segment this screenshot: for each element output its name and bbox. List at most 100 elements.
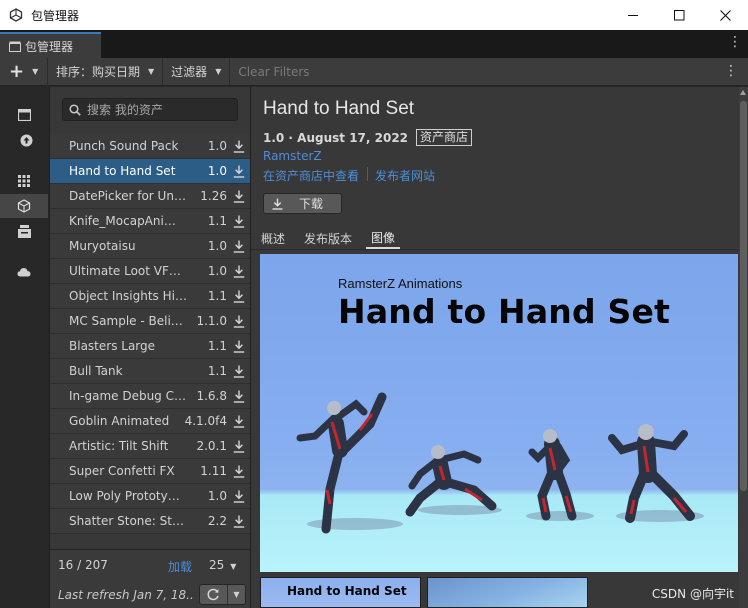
package-version: 1.6.8 — [196, 389, 227, 403]
thumbnail-2[interactable] — [427, 577, 588, 608]
scrollbar-thumb[interactable] — [740, 101, 747, 491]
sort-dropdown[interactable]: 排序：购买日期 ▼ — [48, 57, 164, 86]
filter-dropdown[interactable]: 过滤器 ▼ — [163, 57, 231, 86]
nav-unity-registry[interactable] — [0, 169, 48, 193]
package-name: Hand to Hand Set — [69, 164, 176, 178]
nav-updates[interactable] — [12, 128, 40, 152]
plus-icon: + — [9, 60, 25, 82]
package-name: In-game Debug Console — [69, 389, 187, 403]
download-icon[interactable] — [233, 290, 245, 303]
package-list-item[interactable]: Ultimate Loot VFX Pack 1.0 — [50, 259, 250, 284]
package-list-item[interactable]: In-game Debug Console 1.6.8 — [50, 384, 250, 409]
package-list-item[interactable]: Blasters Large 1.1 — [50, 334, 250, 359]
refresh-button[interactable]: ▼ — [199, 584, 246, 605]
package-name: Object Insights Highlight — [69, 289, 187, 303]
package-name: Low Poly Prototype Pack — [69, 489, 187, 503]
package-version: 1.11 — [200, 464, 227, 478]
package-version-info: 1.0 · August 17, 2022 资产商店 — [263, 129, 473, 146]
package-list-item[interactable]: Muryotaisu 1.0 — [50, 234, 250, 259]
details-scrollbar[interactable] — [739, 87, 748, 608]
chevron-down-icon[interactable]: ▼ — [228, 590, 245, 599]
chevron-down-icon: ▼ — [32, 67, 39, 76]
download-button[interactable]: 下载 — [263, 193, 342, 214]
side-navigation — [0, 87, 50, 608]
minimize-button[interactable] — [610, 0, 656, 30]
scroll-up-icon[interactable] — [740, 90, 746, 95]
download-icon[interactable] — [233, 490, 245, 503]
page-size-dropdown[interactable]: 25 ▼ — [209, 558, 236, 572]
close-icon — [719, 9, 731, 21]
tab-releases[interactable]: 发布版本 — [299, 227, 357, 249]
more-options-icon[interactable]: ⋮ — [728, 35, 742, 49]
stack-icon — [17, 224, 31, 238]
package-list-item[interactable]: MC Sample - Believe 1.1.0 — [50, 309, 250, 334]
last-refresh-label: Last refresh Jan 7, 18... — [58, 588, 193, 602]
download-icon[interactable] — [233, 240, 245, 253]
tab-images[interactable]: 图像 — [366, 227, 401, 249]
search-input[interactable] — [87, 102, 227, 117]
package-name: Punch Sound Pack — [69, 139, 179, 153]
package-name: Goblin Animated — [69, 414, 170, 428]
package-name: Knife_MocapAnimPack — [69, 214, 187, 228]
package-version: 2.0.1 — [196, 439, 227, 453]
view-in-store-link[interactable]: 在资产商店中查看 — [263, 167, 359, 184]
list-footer: 16 / 207 加载 25 ▼ Last refresh Jan 7, 18..… — [50, 549, 250, 608]
author-link[interactable]: RamsterZ — [263, 149, 322, 163]
link-separator — [367, 167, 369, 181]
download-icon[interactable] — [233, 340, 245, 353]
grid-icon — [18, 175, 30, 187]
publisher-website-link[interactable]: 发布者网站 — [375, 167, 435, 184]
download-icon[interactable] — [233, 515, 245, 528]
toolbar: + ▼ 排序：购买日期 ▼ 过滤器 ▼ Clear Filters ⋮ — [0, 57, 748, 86]
package-list-item[interactable]: Object Insights Highlight 1.1 — [50, 284, 250, 309]
package-name: Muryotaisu — [69, 239, 136, 253]
page-size-value: 25 — [209, 558, 225, 572]
download-icon[interactable] — [233, 165, 245, 178]
toolbar-more-icon[interactable]: ⋮ — [724, 64, 738, 78]
nav-services[interactable] — [0, 260, 48, 284]
package-name: MC Sample - Believe — [69, 314, 187, 328]
clear-filters-label: Clear Filters — [238, 64, 310, 79]
package-list-item[interactable]: Super Confetti FX 1.11 — [50, 459, 250, 484]
cloud-icon — [17, 268, 31, 277]
nav-my-assets[interactable] — [0, 194, 48, 218]
tab-package-manager[interactable]: 包管理器 — [0, 32, 101, 58]
package-version: 4.1.0f4 — [184, 414, 227, 428]
package-list-item[interactable]: Shatter Stone: Stones 2.2 — [50, 509, 250, 534]
version-date: 1.0 · August 17, 2022 — [263, 130, 409, 145]
nav-in-project[interactable] — [0, 103, 48, 127]
tab-overview[interactable]: 概述 — [256, 227, 290, 249]
package-list-item[interactable]: Low Poly Prototype Pack 1.0 — [50, 484, 250, 509]
close-button[interactable] — [702, 0, 748, 30]
load-more-button[interactable]: 加载 — [168, 558, 192, 575]
download-icon[interactable] — [233, 465, 245, 478]
package-list-item[interactable]: Hand to Hand Set 1.0 — [50, 159, 250, 184]
thumbnail-1[interactable]: Hand to Hand Set — [260, 577, 421, 608]
nav-built-in[interactable] — [0, 219, 48, 243]
download-icon[interactable] — [233, 390, 245, 403]
add-package-button[interactable]: + ▼ — [0, 57, 48, 86]
download-icon[interactable] — [233, 315, 245, 328]
package-list-item[interactable]: Punch Sound Pack 1.0 — [50, 134, 250, 159]
download-icon[interactable] — [233, 140, 245, 153]
clear-filters-button[interactable]: Clear Filters — [230, 58, 317, 86]
detail-tabs: 概述 发布版本 图像 — [251, 227, 738, 249]
package-list-item[interactable]: Knife_MocapAnimPack 1.1 — [50, 209, 250, 234]
package-list-item[interactable]: Goblin Animated 4.1.0f4 — [50, 409, 250, 434]
package-list-item[interactable]: Bull Tank 1.1 — [50, 359, 250, 384]
package-name: Artistic: Tilt Shift — [69, 439, 169, 453]
download-icon[interactable] — [233, 415, 245, 428]
maximize-button[interactable] — [656, 0, 702, 30]
download-icon[interactable] — [233, 190, 245, 203]
package-version: 1.26 — [200, 189, 227, 203]
download-icon[interactable] — [233, 440, 245, 453]
package-list-item[interactable]: Artistic: Tilt Shift 2.0.1 — [50, 434, 250, 459]
chevron-down-icon: ▼ — [148, 67, 155, 76]
download-icon[interactable] — [233, 215, 245, 228]
package-version: 1.1 — [207, 214, 227, 228]
package-tab-icon — [9, 41, 21, 52]
package-list-item[interactable]: DatePicker for Unity UI 1.26 — [50, 184, 250, 209]
download-icon[interactable] — [233, 265, 245, 278]
package-name: Shatter Stone: Stones — [69, 514, 187, 528]
download-icon[interactable] — [233, 365, 245, 378]
